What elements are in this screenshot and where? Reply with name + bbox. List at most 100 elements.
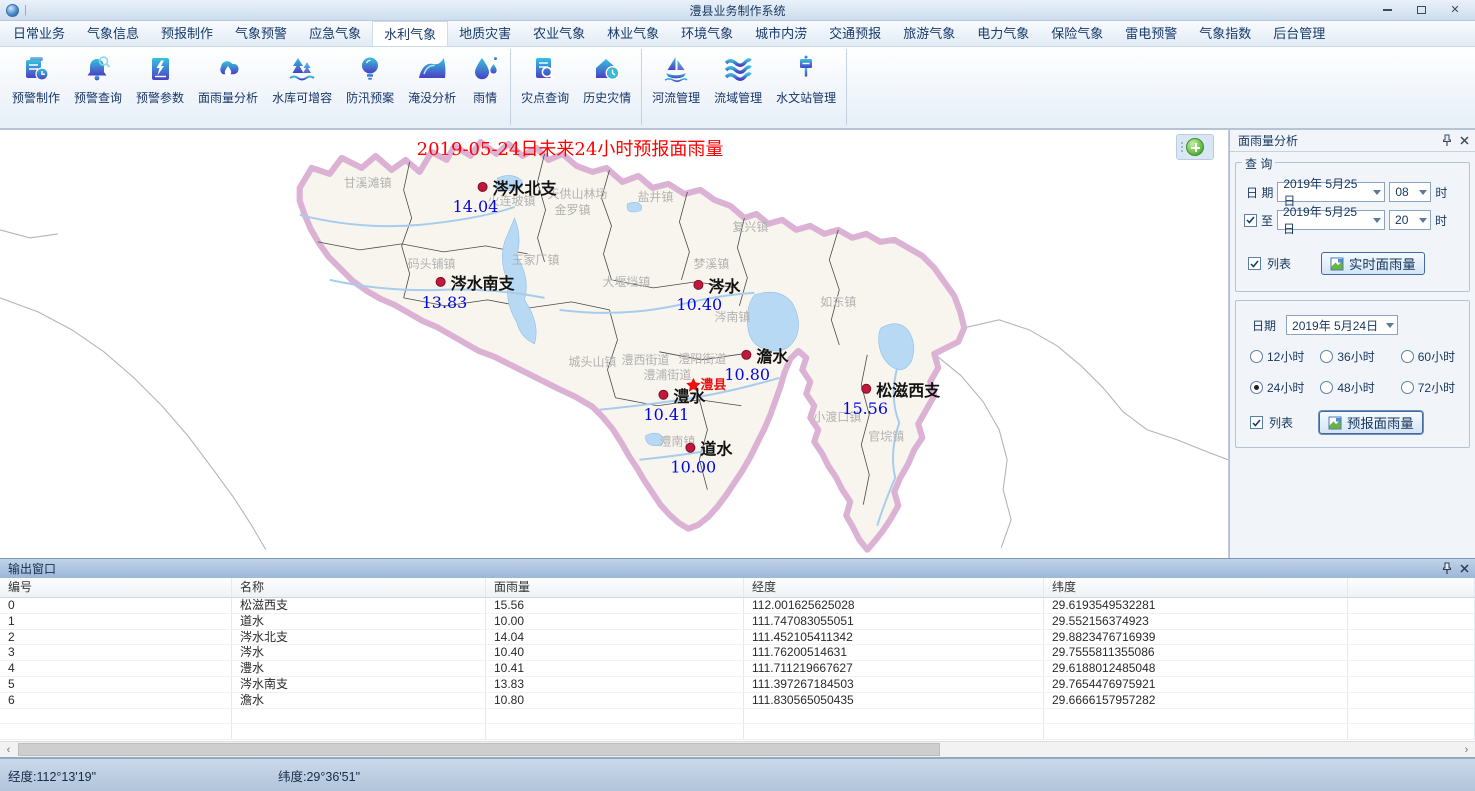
minimize-button[interactable] bbox=[1379, 3, 1395, 17]
hydro-station-manage-button[interactable]: 水文站管理 bbox=[769, 49, 843, 125]
menu-traffic[interactable]: 交通预报 bbox=[818, 21, 892, 46]
menu-bar: 日常业务 气象信息 预报制作 气象预警 应急气象 水利气象 地质灾害 农业气象 … bbox=[0, 21, 1475, 47]
table-row[interactable]: 1 道水 10.00 111.747083055051 29.552156374… bbox=[0, 614, 1475, 630]
scroll-right-icon[interactable]: › bbox=[1458, 742, 1475, 757]
menu-hydrology[interactable]: 水利气象 bbox=[372, 21, 448, 46]
column-header-name[interactable]: 名称 bbox=[232, 578, 486, 597]
maximize-button[interactable] bbox=[1413, 3, 1429, 17]
cloud-rain-icon bbox=[213, 54, 243, 84]
radio-12h[interactable] bbox=[1250, 350, 1263, 363]
table-row[interactable]: 2 涔水北支 14.04 111.452105411342 29.8823476… bbox=[0, 630, 1475, 646]
reservoir-capacity-button[interactable]: 水库可增容 bbox=[265, 49, 339, 125]
horizontal-scrollbar[interactable]: ‹ › bbox=[0, 741, 1475, 757]
table-cell: 10.80 bbox=[486, 693, 744, 708]
scrollbar-thumb[interactable] bbox=[18, 743, 940, 756]
menu-urban-flood[interactable]: 城市内涝 bbox=[744, 21, 818, 46]
hour-unit-label: 时 bbox=[1435, 184, 1447, 201]
warning-make-button[interactable]: 预警制作 bbox=[5, 49, 67, 125]
river-manage-button[interactable]: 河流管理 bbox=[645, 49, 707, 125]
menu-forecast-make[interactable]: 预报制作 bbox=[150, 21, 224, 46]
radio-label: 24小时 bbox=[1267, 379, 1304, 396]
menu-forestry[interactable]: 林业气象 bbox=[596, 21, 670, 46]
menu-tourism[interactable]: 旅游气象 bbox=[892, 21, 966, 46]
from-hour-select[interactable]: 08 bbox=[1389, 182, 1431, 202]
to-hour-select[interactable]: 20 bbox=[1389, 210, 1431, 230]
toolbar-group-manage: 河流管理 流域管理 水文站管理 bbox=[642, 49, 847, 125]
radio-label: 12小时 bbox=[1267, 348, 1304, 365]
town-label: 天供山林场 bbox=[548, 187, 608, 201]
radio-24h[interactable] bbox=[1250, 381, 1263, 394]
table-cell: 29.6193549532281 bbox=[1044, 598, 1348, 613]
forecast-list-checkbox[interactable] bbox=[1250, 416, 1263, 429]
pin-icon[interactable] bbox=[1442, 562, 1452, 575]
disaster-point-query-button[interactable]: 灾点查询 bbox=[514, 49, 576, 125]
table-row[interactable]: 6 澹水 10.80 111.830565050435 29.666615795… bbox=[0, 693, 1475, 709]
menu-lightning[interactable]: 雷电预警 bbox=[1114, 21, 1188, 46]
table-cell bbox=[1348, 661, 1475, 676]
pin-icon[interactable] bbox=[1442, 134, 1452, 147]
tool-label: 水库可增容 bbox=[272, 89, 332, 106]
map-zoom-control[interactable] bbox=[1176, 134, 1214, 160]
forecast-date-label: 日期 bbox=[1252, 317, 1276, 334]
flood-plan-button[interactable]: 防汛预案 bbox=[339, 49, 401, 125]
radio-48h[interactable] bbox=[1320, 381, 1333, 394]
doc-edit-icon bbox=[21, 54, 51, 84]
rain-condition-button[interactable]: 雨情 bbox=[463, 49, 507, 125]
menu-power[interactable]: 电力气象 bbox=[966, 21, 1040, 46]
column-header-rainfall[interactable]: 面雨量 bbox=[486, 578, 744, 597]
column-header-longitude[interactable]: 经度 bbox=[744, 578, 1044, 597]
basin-manage-button[interactable]: 流域管理 bbox=[707, 49, 769, 125]
forecast-date-select[interactable]: 2019年 5月24日 bbox=[1286, 315, 1398, 335]
close-button[interactable]: ✕ bbox=[1447, 3, 1463, 17]
map-canvas[interactable]: 2019-05-24日未来24小时预报面雨量 bbox=[0, 130, 1229, 558]
menu-weather-warning[interactable]: 气象预警 bbox=[224, 21, 298, 46]
column-header-id[interactable]: 编号 bbox=[0, 578, 232, 597]
table-cell: 6 bbox=[0, 693, 232, 708]
radio-36h[interactable] bbox=[1320, 350, 1333, 363]
radio-label: 72小时 bbox=[1418, 379, 1455, 396]
station-value: 10.80 bbox=[724, 365, 770, 384]
table-cell bbox=[1348, 630, 1475, 645]
to-checkbox[interactable] bbox=[1244, 214, 1257, 227]
to-date-select[interactable]: 2019年 5月25日 bbox=[1277, 210, 1385, 230]
table-row[interactable]: 5 涔水南支 13.83 111.397267184503 29.7654476… bbox=[0, 677, 1475, 693]
table-row[interactable]: 3 涔水 10.40 111.76200514631 29.7555811355… bbox=[0, 645, 1475, 661]
radio-72h[interactable] bbox=[1401, 381, 1414, 394]
radio-label: 36小时 bbox=[1337, 348, 1374, 365]
table-cell bbox=[1348, 677, 1475, 692]
from-date-select[interactable]: 2019年 5月25日 bbox=[1277, 182, 1385, 202]
house-clock-icon bbox=[592, 54, 622, 84]
zoom-in-icon[interactable] bbox=[1186, 138, 1204, 156]
submersion-analysis-button[interactable]: 淹没分析 bbox=[401, 49, 463, 125]
table-row[interactable]: 0 松滋西支 15.56 112.001625625028 29.6193549… bbox=[0, 598, 1475, 614]
menu-environment[interactable]: 环境气象 bbox=[670, 21, 744, 46]
bulb-icon bbox=[355, 54, 385, 84]
town-label: 大堰垱镇 bbox=[602, 275, 650, 289]
menu-geo-disaster[interactable]: 地质灾害 bbox=[448, 21, 522, 46]
warning-query-button[interactable]: 预警查询 bbox=[67, 49, 129, 125]
menu-weather-index[interactable]: 气象指数 bbox=[1188, 21, 1262, 46]
realtime-rainfall-button[interactable]: 实时面雨量 bbox=[1321, 252, 1425, 275]
column-header-latitude[interactable]: 纬度 bbox=[1044, 578, 1348, 597]
menu-daily[interactable]: 日常业务 bbox=[2, 21, 76, 46]
menu-emergency[interactable]: 应急气象 bbox=[298, 21, 372, 46]
town-label: 城头山镇 bbox=[569, 355, 617, 369]
table-row[interactable]: 4 澧水 10.41 111.711219667627 29.618801248… bbox=[0, 661, 1475, 677]
forecast-rainfall-button[interactable]: 预报面雨量 bbox=[1319, 411, 1423, 434]
menu-weather-info[interactable]: 气象信息 bbox=[76, 21, 150, 46]
history-disaster-button[interactable]: 历史灾情 bbox=[576, 49, 638, 125]
radio-60h[interactable] bbox=[1401, 350, 1414, 363]
tool-label: 预警查询 bbox=[74, 89, 122, 106]
close-output-icon[interactable] bbox=[1460, 564, 1469, 573]
warning-params-button[interactable]: 预警参数 bbox=[129, 49, 191, 125]
menu-insurance[interactable]: 保险气象 bbox=[1040, 21, 1114, 46]
menu-agriculture[interactable]: 农业气象 bbox=[522, 21, 596, 46]
toolbar: 预警制作 预警查询 预警参数 面雨量分析 水库可增容 防汛预案 淹没分析 雨情 bbox=[0, 47, 1475, 130]
scroll-left-icon[interactable]: ‹ bbox=[0, 742, 17, 757]
list-checkbox[interactable] bbox=[1248, 257, 1261, 270]
table-cell: 5 bbox=[0, 677, 232, 692]
area-rainfall-analysis-button[interactable]: 面雨量分析 bbox=[191, 49, 265, 125]
menu-admin[interactable]: 后台管理 bbox=[1262, 21, 1336, 46]
close-panel-icon[interactable] bbox=[1460, 136, 1469, 145]
radio-label: 60小时 bbox=[1418, 348, 1455, 365]
